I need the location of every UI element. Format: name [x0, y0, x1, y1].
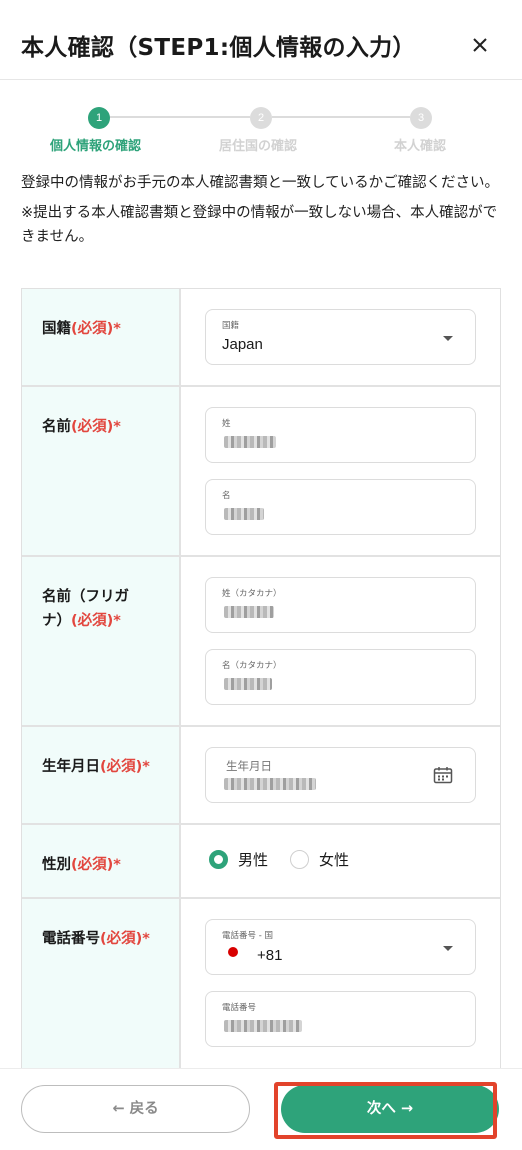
nationality-value: Japan — [222, 336, 263, 353]
close-button[interactable] — [466, 31, 494, 59]
phone-number-caption: 電話番号 — [222, 1003, 257, 1013]
chevron-down-icon — [443, 336, 453, 341]
redacted-value — [224, 678, 272, 690]
last-name-kana-caption: 姓（カタカナ） — [222, 589, 282, 599]
instruction-text: 登録中の情報がお手元の本人確認書類と一致しているかご確認ください。 — [21, 175, 500, 191]
gender-row: 性別(必須)* 男性 女性 — [22, 825, 500, 899]
first-name-kana-field[interactable]: 名（カタカナ） — [205, 649, 476, 705]
birthdate-field[interactable]: 生年月日 — [205, 747, 476, 803]
step-2-label: 居住国の確認 — [219, 139, 298, 154]
close-icon — [473, 38, 487, 52]
dialog-header: 本人確認（STEP1:個人情報の入力） — [0, 0, 522, 80]
birthdate-row: 生年月日(必須)* 生年月日 — [22, 727, 500, 825]
progress-stepper: 1 2 3 個人情報の確認 居住国の確認 本人確認 — [0, 104, 522, 154]
nationality-label: 国籍(必須)* — [22, 289, 181, 385]
step-1-label: 個人情報の確認 — [50, 139, 142, 154]
step-3-indicator: 3 — [410, 107, 432, 129]
personal-info-form: 国籍(必須)* 国籍 Japan 名前(必須)* 姓 名 名前（フリガ ナ）(必須… — [21, 288, 501, 1069]
redacted-value — [224, 1020, 302, 1032]
redacted-value — [224, 606, 274, 618]
gender-radio-group: 男性 女性 — [209, 849, 371, 870]
step-1-indicator: 1 — [88, 107, 110, 129]
phone-country-caption: 電話番号 - 国 — [222, 931, 273, 941]
last-name-caption: 姓 — [222, 419, 231, 429]
step-3-label: 本人確認 — [394, 139, 447, 154]
dial-code: +81 — [257, 947, 283, 964]
name-kana-row: 名前（フリガ ナ）(必須)* 姓（カタカナ） 名（カタカナ） — [22, 557, 500, 727]
calendar-icon[interactable] — [433, 766, 453, 784]
warning-text: ※提出する本人確認書類と登録中の情報が一致しない場合、本人確認ができません。 — [21, 205, 498, 245]
step-connector — [110, 116, 250, 118]
gender-option-label: 男性 — [238, 851, 269, 869]
nationality-caption: 国籍 — [222, 321, 240, 331]
gender-label: 性別(必須)* — [22, 825, 181, 897]
first-name-field[interactable]: 名 — [205, 479, 476, 535]
step-connector — [272, 116, 410, 118]
dialog-footer: ← 戻る 次へ → — [0, 1068, 522, 1150]
redacted-value — [224, 436, 276, 448]
first-name-kana-caption: 名（カタカナ） — [222, 661, 282, 671]
nationality-row: 国籍(必須)* 国籍 Japan — [22, 289, 500, 387]
instructions: 登録中の情報がお手元の本人確認書類と一致しているかご確認ください。 ※提出する本… — [21, 171, 505, 249]
birthdate-caption: 生年月日 — [226, 759, 272, 773]
name-row: 名前(必須)* 姓 名 — [22, 387, 500, 557]
japan-flag-icon — [228, 947, 238, 957]
nationality-select[interactable]: 国籍 Japan — [205, 309, 476, 365]
name-kana-label: 名前（フリガ ナ）(必須)* — [22, 557, 181, 725]
phone-number-field[interactable]: 電話番号 — [205, 991, 476, 1047]
redacted-value — [224, 778, 316, 790]
redacted-value — [224, 508, 264, 520]
next-button[interactable]: 次へ → — [281, 1085, 499, 1133]
gender-option-female[interactable]: 女性 — [290, 849, 349, 870]
chevron-down-icon — [443, 946, 453, 951]
birthdate-label: 生年月日(必須)* — [22, 727, 181, 823]
radio-checked-icon — [209, 850, 228, 869]
phone-row: 電話番号(必須)* 電話番号 - 国 +81 電話番号 — [22, 899, 500, 1069]
step-2-indicator: 2 — [250, 107, 272, 129]
radio-unchecked-icon — [290, 850, 310, 869]
back-button[interactable]: ← 戻る — [21, 1085, 250, 1133]
page-title: 本人確認（STEP1:個人情報の入力） — [21, 35, 416, 61]
last-name-field[interactable]: 姓 — [205, 407, 476, 463]
gender-option-male[interactable]: 男性 — [209, 849, 268, 870]
gender-option-label: 女性 — [319, 851, 350, 869]
last-name-kana-field[interactable]: 姓（カタカナ） — [205, 577, 476, 633]
name-label: 名前(必須)* — [22, 387, 181, 555]
first-name-caption: 名 — [222, 491, 231, 501]
phone-country-select[interactable]: 電話番号 - 国 +81 — [205, 919, 476, 975]
phone-label: 電話番号(必須)* — [22, 899, 181, 1069]
